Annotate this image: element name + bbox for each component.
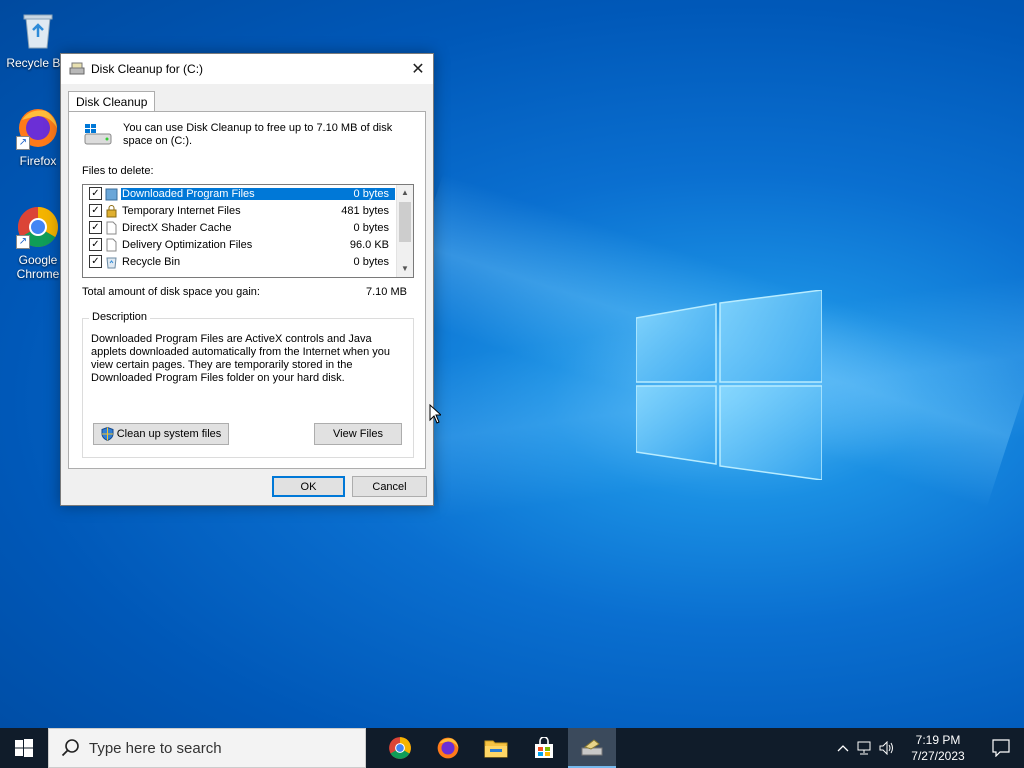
shortcut-arrow-icon: ↗ — [16, 136, 30, 150]
view-files-label: View Files — [333, 428, 383, 440]
uac-shield-icon — [101, 427, 114, 441]
taskbar-app-chrome[interactable] — [376, 728, 424, 768]
checkbox[interactable]: ✓ — [89, 221, 102, 234]
mouse-cursor-icon — [429, 404, 441, 424]
disk-cleanup-dialog: Disk Cleanup for (C:) ✕ Disk Cleanup You… — [60, 53, 434, 506]
store-icon — [535, 737, 553, 758]
system-tray: 7:19 PM 7/27/2023 — [832, 728, 1024, 768]
checkbox[interactable]: ✓ — [89, 255, 102, 268]
clock-date: 7/27/2023 — [911, 749, 965, 763]
search-icon — [61, 739, 79, 757]
list-item[interactable]: ✓ Temporary Internet Files 481 bytes — [83, 202, 413, 219]
list-scrollbar[interactable]: ▲ ▼ — [396, 185, 413, 277]
taskbar-clock[interactable]: 7:19 PM 7/27/2023 — [898, 732, 978, 764]
list-item[interactable]: ✓ Delivery Optimization Files 96.0 KB — [83, 236, 413, 253]
file-name: Downloaded Program Files — [121, 187, 327, 200]
total-space-label: Total amount of disk space you gain: — [82, 286, 260, 298]
clean-up-system-files-label: Clean up system files — [116, 428, 222, 440]
file-name: DirectX Shader Cache — [122, 221, 232, 234]
drive-icon — [84, 124, 112, 145]
taskbar-app-store[interactable] — [520, 728, 568, 768]
clock-time: 7:19 PM — [915, 733, 961, 747]
file-name: Delivery Optimization Files — [122, 238, 253, 251]
total-space-value: 7.10 MB — [366, 286, 407, 298]
recycle-bin-icon — [106, 257, 117, 268]
scroll-thumb[interactable] — [399, 202, 411, 242]
disk-cleanup-icon — [581, 739, 603, 756]
windows-logo-wallpaper — [636, 290, 822, 480]
tab-disk-cleanup[interactable]: Disk Cleanup — [68, 91, 156, 112]
close-button[interactable]: ✕ — [403, 54, 433, 84]
list-item[interactable]: ✓ DirectX Shader Cache 0 bytes — [83, 219, 413, 236]
recycle-bin-icon — [16, 8, 60, 52]
description-text: Downloaded Program Files are ActiveX con… — [91, 333, 391, 384]
taskbar-app-file-explorer[interactable] — [472, 728, 520, 768]
windows-start-icon — [15, 739, 33, 757]
folder-icon — [105, 188, 118, 200]
disk-cleanup-icon — [69, 62, 85, 75]
clean-up-system-files-button[interactable]: Clean up system files — [93, 423, 229, 445]
firefox-icon: ↗ — [16, 106, 60, 150]
file-name: Recycle Bin — [122, 255, 181, 268]
firefox-icon — [437, 737, 459, 759]
close-icon: ✕ — [411, 61, 425, 78]
notification-icon — [992, 739, 1010, 757]
info-section: You can use Disk Cleanup to free up to 7… — [83, 122, 413, 148]
file-icon — [106, 221, 117, 234]
notification-center-button[interactable] — [978, 728, 1024, 768]
files-list[interactable]: ✓ Downloaded Program Files 0 bytes ✓ Tem… — [82, 184, 414, 278]
shortcut-arrow-icon: ↗ — [16, 235, 30, 249]
checkbox[interactable]: ✓ — [89, 204, 102, 217]
ok-button[interactable]: OK — [272, 476, 345, 497]
checkbox[interactable]: ✓ — [89, 187, 102, 200]
tray-chevron-up-icon[interactable] — [832, 728, 854, 768]
taskbar-app-firefox[interactable] — [424, 728, 472, 768]
desktop-icon-label: Google Chrome — [16, 253, 60, 281]
ok-label: OK — [300, 480, 317, 493]
info-text: You can use Disk Cleanup to free up to 7… — [123, 122, 393, 147]
file-icon — [106, 238, 117, 251]
taskbar-search[interactable]: Type here to search — [48, 728, 366, 768]
start-button[interactable] — [0, 728, 48, 768]
dialog-title: Disk Cleanup for (C:) — [91, 62, 204, 76]
file-explorer-icon — [484, 740, 508, 758]
view-files-button[interactable]: View Files — [314, 423, 402, 445]
files-to-delete-label: Files to delete: — [82, 165, 154, 177]
list-item[interactable]: ✓ Recycle Bin 0 bytes — [83, 253, 413, 270]
chrome-icon — [389, 737, 411, 759]
desktop-icon-label: Firefox — [19, 154, 57, 168]
lock-icon — [106, 204, 117, 217]
taskbar-app-disk-cleanup[interactable] — [568, 728, 616, 768]
chrome-icon: ↗ — [16, 205, 60, 249]
description-legend: Description — [89, 311, 151, 323]
file-size: 0 bytes — [327, 187, 395, 200]
tab-panel: You can use Disk Cleanup to free up to 7… — [68, 111, 426, 469]
file-name: Temporary Internet Files — [122, 204, 241, 217]
cancel-label: Cancel — [372, 480, 407, 493]
list-item[interactable]: ✓ Downloaded Program Files 0 bytes — [83, 185, 413, 202]
cancel-button[interactable]: Cancel — [352, 476, 427, 497]
scroll-down-icon[interactable]: ▼ — [397, 261, 413, 277]
search-placeholder: Type here to search — [89, 739, 222, 757]
network-icon[interactable] — [854, 728, 876, 768]
scroll-up-icon[interactable]: ▲ — [397, 185, 413, 201]
dialog-titlebar[interactable]: Disk Cleanup for (C:) ✕ — [61, 54, 433, 84]
volume-icon[interactable] — [876, 728, 898, 768]
checkbox[interactable]: ✓ — [89, 238, 102, 251]
taskbar: Type here to search 7:19 PM 7/27/2023 — [0, 728, 1024, 768]
